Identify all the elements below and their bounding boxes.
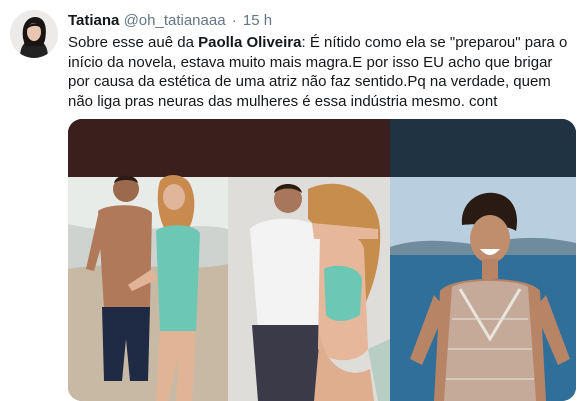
timestamp[interactable]: 15 h: [243, 12, 272, 29]
avatar-image: [10, 10, 58, 58]
author-handle[interactable]: @oh_tatianaaa: [124, 12, 226, 29]
separator-dot: ·: [231, 12, 237, 29]
avatar[interactable]: [10, 10, 58, 58]
embracing-couple-photo[interactable]: [228, 119, 390, 401]
tweet-text: Sobre esse auê da Paolla Oliveira: É nít…: [68, 33, 573, 111]
tweet-card[interactable]: Tatiana @oh_tatianaaa · 15 h Sobre esse …: [0, 0, 587, 401]
tweet-media[interactable]: [68, 119, 576, 401]
author-name[interactable]: Tatiana: [68, 12, 119, 29]
smiling-woman-photo[interactable]: [390, 119, 576, 401]
tweet-text-part1: Sobre esse auê da: [68, 34, 199, 51]
tweet-header: Tatiana @oh_tatianaaa · 15 h: [68, 11, 272, 31]
beach-couple-photo[interactable]: [68, 119, 228, 401]
tweet-text-bold: Paolla Oliveira: [198, 34, 302, 51]
